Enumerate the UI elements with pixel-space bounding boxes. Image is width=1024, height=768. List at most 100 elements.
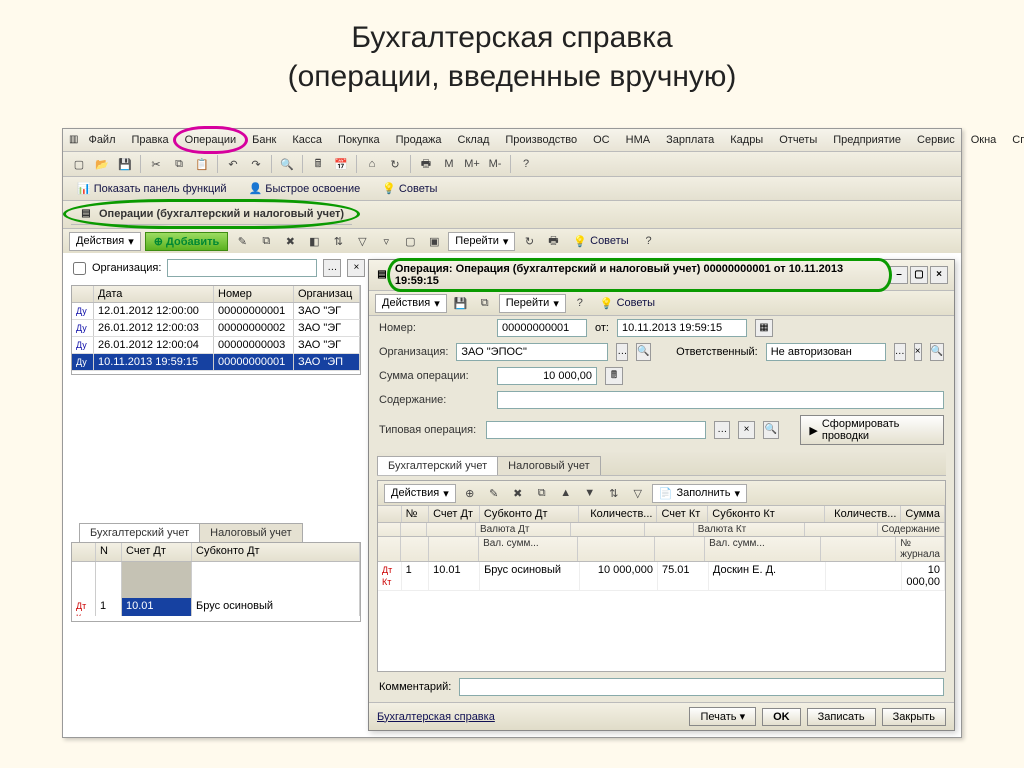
- col-n[interactable]: N: [96, 543, 122, 561]
- grid-actions-dropdown[interactable]: Действия ▾: [384, 484, 456, 503]
- menu-salary[interactable]: Зарплата: [660, 132, 720, 148]
- op-tips-link[interactable]: 💡 Советы: [594, 295, 661, 312]
- typical-select-button[interactable]: …: [714, 421, 730, 439]
- typical-input[interactable]: [486, 421, 707, 439]
- operations-list-table[interactable]: Дата Номер Организац Ду 12.01.2012 12:00…: [71, 285, 361, 375]
- delete-row-icon[interactable]: ✖: [508, 483, 528, 503]
- square2-icon[interactable]: ▣: [424, 231, 444, 251]
- generate-entries-button[interactable]: ▶ Сформировать проводки: [800, 415, 944, 445]
- goto-dropdown[interactable]: Перейти ▾: [448, 232, 515, 251]
- sort2-icon[interactable]: ⇅: [604, 483, 624, 503]
- edit-row-icon[interactable]: ✎: [484, 483, 504, 503]
- comment-input[interactable]: [459, 678, 944, 696]
- new-icon[interactable]: ▢: [69, 154, 89, 174]
- help-icon[interactable]: ?: [516, 154, 536, 174]
- org-search2-button[interactable]: 🔍: [636, 343, 650, 361]
- menu-intangible[interactable]: НМА: [620, 132, 656, 148]
- col-dt[interactable]: Счет Дт: [122, 543, 192, 561]
- save-icon[interactable]: 💾: [115, 154, 135, 174]
- menu-fixed-assets[interactable]: ОС: [587, 132, 616, 148]
- cut-icon[interactable]: ✂: [146, 154, 166, 174]
- calc-icon[interactable]: 🖩: [308, 154, 328, 174]
- left-entries-grid[interactable]: N Счет Дт Субконто Дт ДтКт 1 10.01 Брус …: [71, 542, 361, 622]
- close-button[interactable]: ×: [930, 266, 948, 284]
- mminus-icon[interactable]: M-: [485, 154, 505, 174]
- filter3-icon[interactable]: ▽: [628, 483, 648, 503]
- add-button[interactable]: ⊕ Добавить: [145, 232, 229, 251]
- col-sub[interactable]: Субконто Дт: [192, 543, 360, 561]
- mark-icon[interactable]: ◧: [304, 231, 324, 251]
- m-icon[interactable]: M: [439, 154, 459, 174]
- table-row[interactable]: Ду 12.01.2012 12:00:00 00000000001 ЗАО "…: [72, 303, 360, 320]
- print-link[interactable]: Бухгалтерская справка: [377, 711, 495, 723]
- tab-accounting[interactable]: Бухгалтерский учет: [79, 523, 200, 542]
- org-select2-button[interactable]: …: [616, 343, 628, 361]
- menu-enterprise[interactable]: Предприятие: [827, 132, 907, 148]
- op-goto-dropdown[interactable]: Перейти ▾: [499, 294, 566, 313]
- number-input[interactable]: [497, 319, 587, 337]
- ok-button[interactable]: OK: [762, 708, 801, 726]
- quick-start-link[interactable]: 👤 Быстрое освоение: [243, 180, 367, 197]
- square1-icon[interactable]: ▢: [400, 231, 420, 251]
- op-tab-tax[interactable]: Налоговый учет: [497, 456, 601, 475]
- typical-clear-button[interactable]: ×: [738, 421, 754, 439]
- sort-icon[interactable]: ⇅: [328, 231, 348, 251]
- actions-dropdown[interactable]: Действия ▾: [69, 232, 141, 251]
- op-help-icon[interactable]: ?: [570, 293, 590, 313]
- menu-service[interactable]: Сервис: [911, 132, 961, 148]
- org-filter-checkbox[interactable]: [73, 262, 86, 275]
- print2-icon[interactable]: 🖶: [543, 231, 563, 251]
- menu-reports[interactable]: Отчеты: [773, 132, 823, 148]
- open-icon[interactable]: 📂: [92, 154, 112, 174]
- edit-icon[interactable]: ✎: [232, 231, 252, 251]
- calc-button[interactable]: 🖩: [605, 367, 623, 385]
- org-filter-input[interactable]: [167, 259, 317, 277]
- entry-row[interactable]: ДтКт 1 10.01 Брус осиновый: [72, 598, 360, 616]
- maximize-button[interactable]: ▢: [910, 266, 928, 284]
- col-number[interactable]: Номер: [214, 286, 294, 302]
- table-row-selected[interactable]: Ду 10.11.2013 19:59:15 00000000001 ЗАО "…: [72, 354, 360, 371]
- date-picker-button[interactable]: ▦: [755, 319, 773, 337]
- undo-icon[interactable]: ↶: [223, 154, 243, 174]
- sum-input[interactable]: [497, 367, 597, 385]
- org-input[interactable]: [456, 343, 608, 361]
- tips2-link[interactable]: 💡 Советы: [567, 233, 634, 250]
- refresh-icon[interactable]: ↻: [385, 154, 405, 174]
- paste-icon[interactable]: 📋: [192, 154, 212, 174]
- menu-production[interactable]: Производство: [499, 132, 583, 148]
- add-row-icon[interactable]: ⊕: [460, 483, 480, 503]
- menu-sale[interactable]: Продажа: [390, 132, 448, 148]
- op-tab-accounting[interactable]: Бухгалтерский учет: [377, 456, 498, 475]
- mplus-icon[interactable]: M+: [462, 154, 482, 174]
- refresh2-icon[interactable]: ↻: [519, 231, 539, 251]
- org-select-button[interactable]: …: [323, 259, 341, 277]
- table-row[interactable]: Ду 26.01.2012 12:00:04 00000000003 ЗАО "…: [72, 337, 360, 354]
- resp-search-button[interactable]: 🔍: [930, 343, 944, 361]
- menu-warehouse[interactable]: Склад: [452, 132, 496, 148]
- table-row[interactable]: Ду 26.01.2012 12:00:03 00000000002 ЗАО "…: [72, 320, 360, 337]
- col-org[interactable]: Организац: [294, 286, 360, 302]
- menu-purchase[interactable]: Покупка: [332, 132, 386, 148]
- org-clear-button[interactable]: ×: [347, 259, 365, 277]
- tab-tax[interactable]: Налоговый учет: [199, 523, 303, 542]
- menu-staff[interactable]: Кадры: [724, 132, 769, 148]
- typical-search-button[interactable]: 🔍: [763, 421, 779, 439]
- print-button[interactable]: Печать ▾: [689, 707, 756, 726]
- copy-rows-icon[interactable]: ⧉: [532, 483, 552, 503]
- menu-bank[interactable]: Банк: [246, 132, 282, 148]
- menu-file[interactable]: Файл: [82, 132, 121, 148]
- down-icon[interactable]: ▼: [580, 483, 600, 503]
- entries-grid[interactable]: № Счет Дт Субконто Дт Количеств... Счет …: [378, 506, 945, 671]
- op-actions-dropdown[interactable]: Действия ▾: [375, 294, 447, 313]
- menu-operations[interactable]: Операции: [179, 132, 242, 148]
- show-panel-link[interactable]: 📊 Показать панель функций: [71, 180, 233, 197]
- menu-edit[interactable]: Правка: [126, 132, 175, 148]
- resp-input[interactable]: [766, 343, 886, 361]
- filter-icon[interactable]: ▽: [352, 231, 372, 251]
- menu-cashbox[interactable]: Касса: [286, 132, 328, 148]
- save-button[interactable]: Записать: [807, 708, 876, 726]
- delete-icon[interactable]: ✖: [280, 231, 300, 251]
- copy-row-icon[interactable]: ⧉: [256, 231, 276, 251]
- op-copy-icon[interactable]: ⧉: [475, 293, 495, 313]
- print-icon[interactable]: 🖶: [416, 154, 436, 174]
